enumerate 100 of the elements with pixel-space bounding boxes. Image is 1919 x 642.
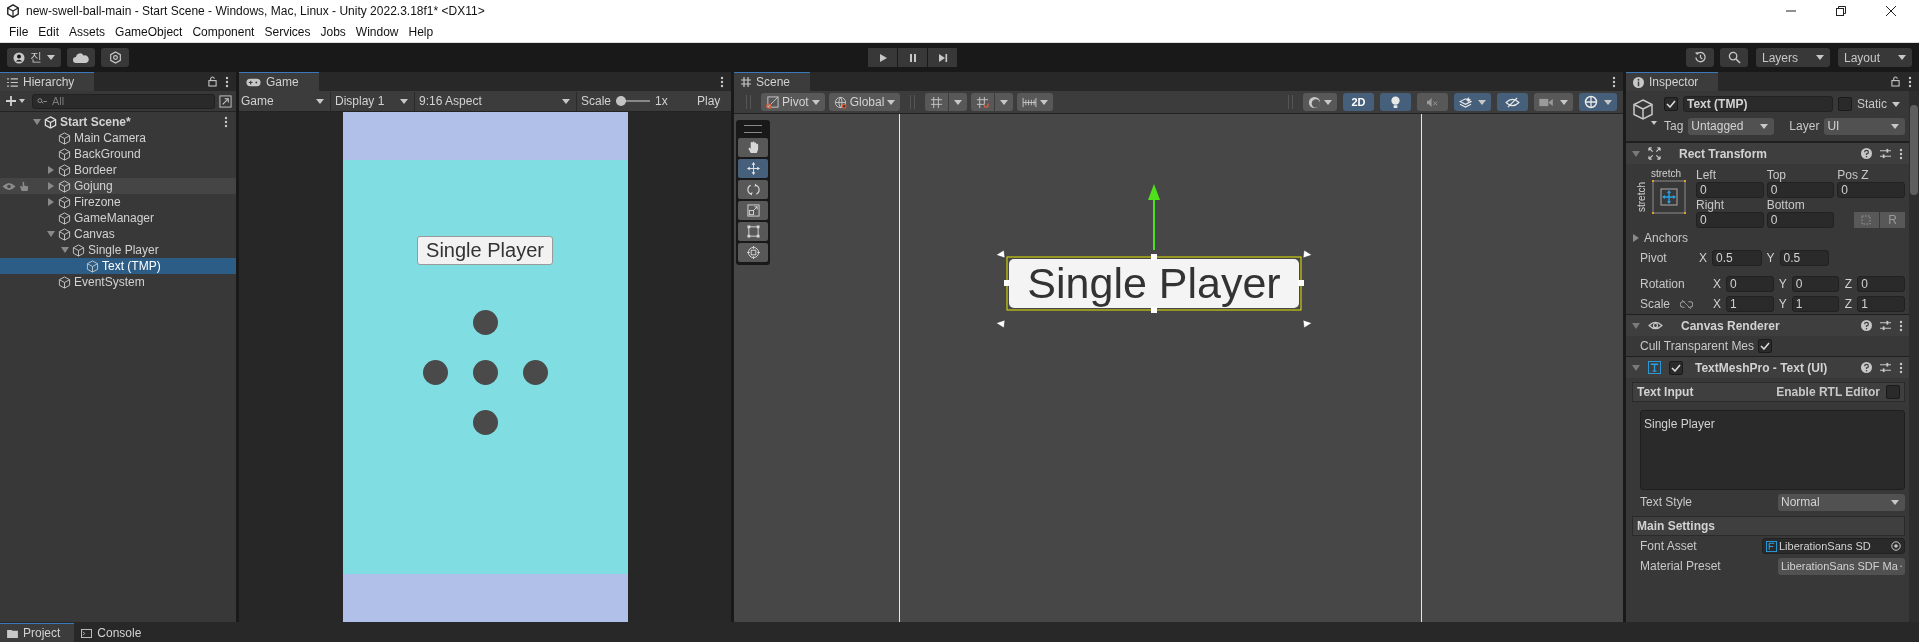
pause-button[interactable] [898,48,927,67]
mode-2d-toggle[interactable]: 2D [1343,93,1374,111]
hierarchy-item[interactable]: Bordeer [0,162,236,178]
number-field[interactable]: 0 [1837,182,1905,198]
camera-toggle[interactable] [1534,93,1573,111]
cull-checkbox[interactable] [1758,339,1773,353]
menu-item[interactable]: Assets [64,23,111,41]
number-field[interactable]: 0 [1766,182,1835,198]
sliders-icon[interactable] [1880,320,1891,331]
inspector-tab[interactable]: Inspector [1626,72,1719,91]
pivot-dropdown[interactable]: Pivot [761,93,825,111]
game-tab[interactable]: Game [239,72,319,91]
component-header[interactable]: Rect Transform [1626,142,1909,164]
more-icon[interactable] [1899,319,1903,332]
search-field[interactable]: All [32,93,215,109]
number-field[interactable]: 0 [1696,212,1764,228]
expand-arrow-icon[interactable] [47,182,55,190]
number-field[interactable]: 0.5 [1779,250,1829,266]
rtl-checkbox[interactable] [1886,385,1900,399]
display-dropdown[interactable]: Display 1 [333,91,415,111]
hierarchy-item[interactable]: Gojung [0,178,236,194]
number-field[interactable]: 1 [1791,296,1840,312]
caret-icon[interactable] [1892,101,1900,107]
history-button[interactable] [1686,48,1714,67]
help-icon[interactable] [1861,320,1872,331]
account-dropdown[interactable]: 진 [7,48,61,67]
bottom-tab[interactable]: Console [74,624,156,642]
bottom-tab[interactable]: Project [0,623,75,642]
menu-item[interactable]: GameObject [110,23,188,41]
text-object[interactable]: Single Player [1009,259,1299,308]
scene-item[interactable]: Start Scene* [0,114,236,130]
services-button[interactable] [101,48,129,67]
hierarchy-item[interactable]: Text (TMP) [0,258,236,274]
expand-arrow-icon[interactable] [1632,321,1640,330]
y-axis-arrow[interactable] [1145,184,1163,250]
number-field[interactable]: 0 [1791,276,1840,292]
unlinked-chain-icon[interactable] [1680,299,1693,309]
hierarchy-item[interactable]: Canvas [0,226,236,242]
more-icon[interactable] [225,75,229,88]
step-button[interactable] [928,48,957,67]
scene-picker-icon[interactable] [219,94,232,108]
help-icon[interactable] [1861,362,1872,373]
visibility-toggle[interactable] [1497,93,1528,111]
add-button[interactable] [4,96,28,106]
more-icon[interactable] [224,116,228,128]
number-field[interactable]: 0 [1696,182,1764,198]
aspect-dropdown[interactable]: 9:16 Aspect [417,91,577,111]
text-style-dropdown[interactable]: Normal [1778,493,1905,511]
expand-arrow-icon[interactable] [1632,149,1640,158]
active-checkbox[interactable] [1664,97,1678,111]
global-dropdown[interactable]: Global [828,93,901,111]
menu-item[interactable]: Window [350,23,404,41]
cloud-button[interactable] [67,48,95,67]
menu-item[interactable]: Edit [33,23,65,41]
layer-dropdown[interactable]: UI [1824,117,1905,135]
scale-tool-button[interactable] [738,201,768,220]
increment-snap-button[interactable] [971,93,1014,111]
rect-tool-button[interactable] [738,222,768,241]
anchor-preset-icon[interactable] [1650,179,1687,215]
scrollbar[interactable] [1909,91,1919,622]
help-icon[interactable] [1861,148,1872,159]
more-icon[interactable] [720,75,724,88]
number-field[interactable]: 0.5 [1712,250,1762,266]
cube-icon[interactable] [1632,99,1658,127]
static-checkbox[interactable] [1838,97,1852,111]
sliders-icon[interactable] [1880,362,1891,373]
hierarchy-item[interactable]: Single Player [0,242,236,258]
lighting-toggle[interactable] [1380,93,1411,111]
scene-tab[interactable]: Scene [734,72,811,91]
material-preset-dropdown[interactable]: LiberationSans SDF Ma [1778,557,1905,575]
hierarchy-item[interactable]: Firezone [0,194,236,210]
expand-arrow-icon[interactable] [47,230,55,238]
hierarchy-item[interactable]: EventSystem [0,274,236,290]
name-field[interactable]: Text (TMP) [1683,96,1833,112]
gizmos-toggle[interactable] [1579,93,1617,111]
menu-item[interactable]: Component [187,23,260,41]
expand-arrow-icon[interactable] [1632,363,1640,372]
hand-tool-button[interactable] [738,138,768,157]
restore-icon[interactable] [1835,5,1847,17]
close-icon[interactable] [1885,5,1897,17]
tag-dropdown[interactable]: Untagged [1688,117,1775,135]
number-field[interactable]: 0 [1766,212,1835,228]
play-button[interactable] [868,48,897,67]
more-icon[interactable] [1612,75,1616,88]
drag-handle[interactable] [744,125,762,133]
effects-toggle[interactable] [1454,93,1491,111]
transform-tool-button[interactable] [738,243,768,262]
hierarchy-tab[interactable]: Hierarchy [0,72,95,91]
rotate-tool-button[interactable] [738,180,768,199]
more-icon[interactable] [1908,75,1912,88]
single-player-button[interactable]: Single Player [417,236,553,265]
target-icon[interactable] [1891,541,1901,551]
menu-item[interactable]: Services [259,23,316,41]
shading-dropdown[interactable] [1303,93,1337,111]
expand-arrow-icon[interactable] [1632,234,1640,242]
component-header[interactable]: Canvas Renderer [1626,314,1909,336]
menu-item[interactable]: Help [403,23,439,41]
more-icon[interactable] [1899,147,1903,160]
component-header[interactable]: TextMeshPro - Text (UI) [1626,356,1909,378]
hierarchy-item[interactable]: GameManager [0,210,236,226]
